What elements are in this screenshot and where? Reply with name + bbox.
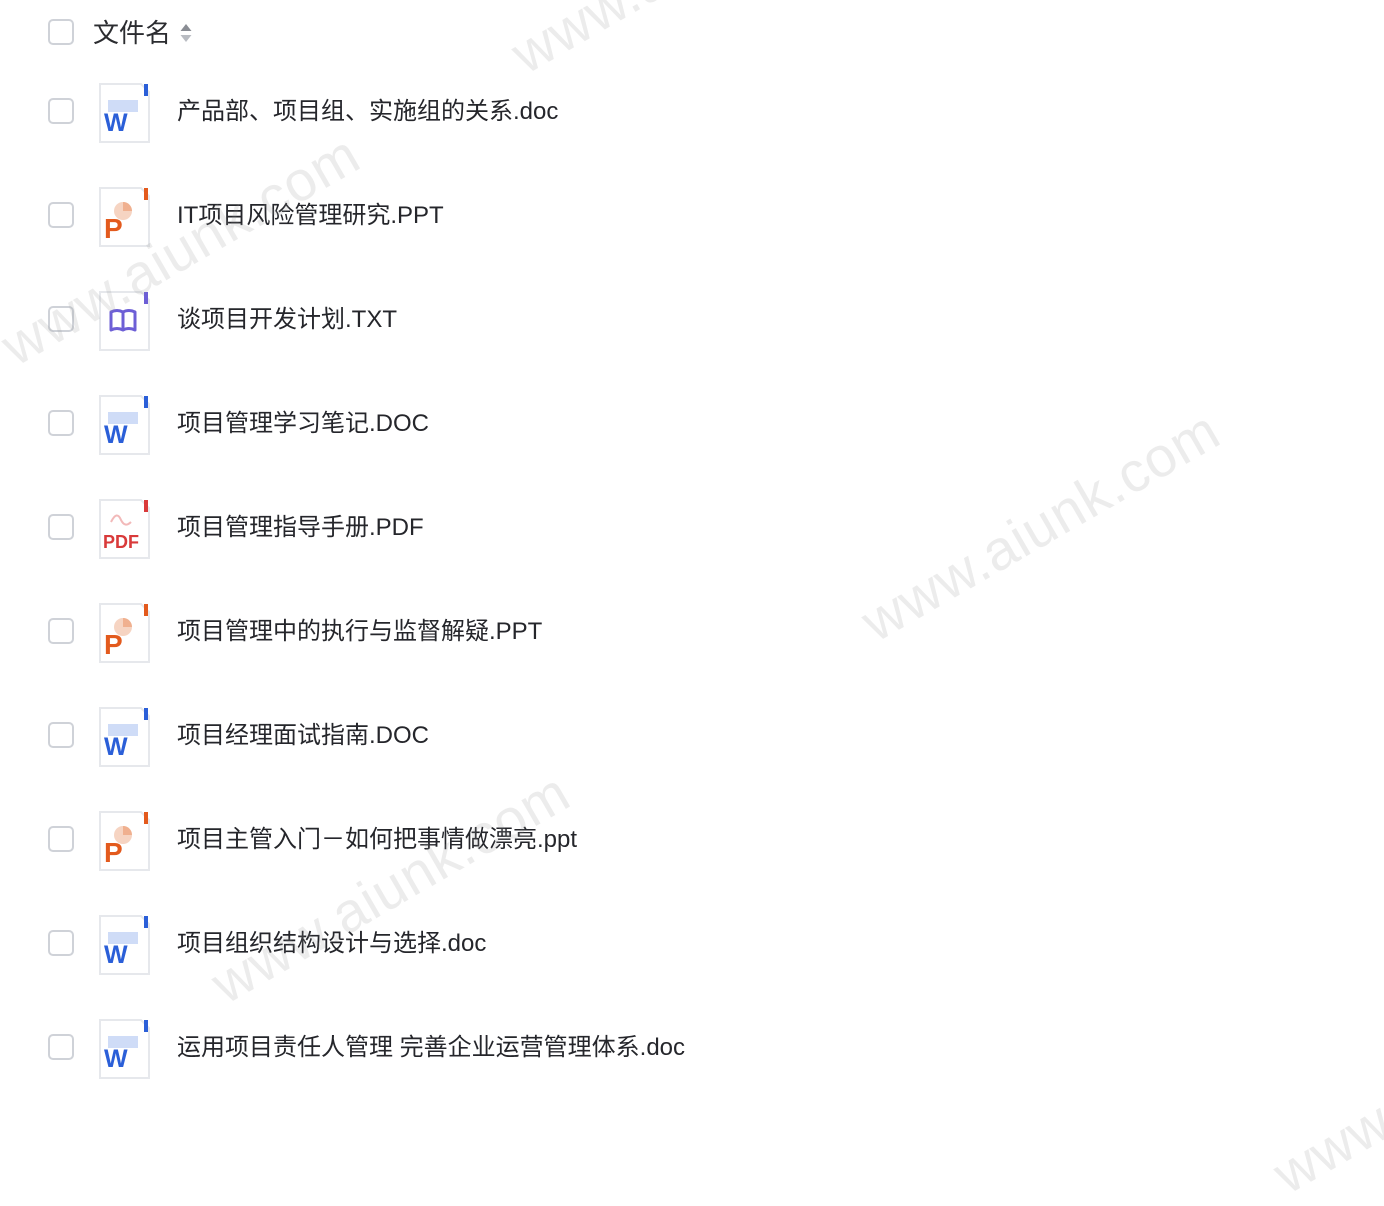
book-file-icon [97,290,151,352]
file-row[interactable]: 谈项目开发计划.TXT [0,268,1384,372]
svg-text:P: P [104,629,123,660]
file-list-header: 文件名 [0,0,1384,64]
file-checkbox[interactable] [48,514,74,540]
file-row[interactable]: PDF 项目管理指导手册.PDF [0,476,1384,580]
svg-text:W: W [104,941,128,969]
svg-text:P: P [104,213,123,244]
file-checkbox[interactable] [48,202,74,228]
svg-text:P: P [104,837,123,868]
word-file-icon: W [97,1018,151,1080]
file-name[interactable]: 谈项目开发计划.TXT [177,302,397,338]
file-row[interactable]: W 产品部、项目组、实施组的关系.doc [0,60,1384,164]
svg-text:W: W [104,109,128,137]
file-checkbox[interactable] [48,930,74,956]
file-checkbox[interactable] [48,722,74,748]
file-name[interactable]: 项目组织结构设计与选择.doc [177,926,486,962]
file-checkbox[interactable] [48,306,74,332]
word-file-icon: W [97,706,151,768]
file-checkbox[interactable] [48,410,74,436]
word-file-icon: W [97,394,151,456]
file-row[interactable]: W 项目经理面试指南.DOC [0,684,1384,788]
svg-text:W: W [104,733,128,761]
svg-text:PDF: PDF [103,532,139,552]
file-row[interactable]: W 项目管理学习笔记.DOC [0,372,1384,476]
word-file-icon: W [97,914,151,976]
ppt-file-icon: P [97,810,151,872]
file-checkbox[interactable] [48,826,74,852]
file-row[interactable]: W 运用项目责任人管理 完善企业运营管理体系.doc [0,996,1384,1100]
select-all-checkbox[interactable] [48,19,74,45]
file-row[interactable]: W 项目组织结构设计与选择.doc [0,892,1384,996]
file-checkbox[interactable] [48,98,74,124]
file-name[interactable]: 项目管理指导手册.PDF [177,510,424,546]
word-file-icon: W [97,82,151,144]
file-row[interactable]: P 项目管理中的执行与监督解疑.PPT [0,580,1384,684]
sort-icon[interactable] [179,21,193,45]
file-name[interactable]: 项目管理学习笔记.DOC [177,406,429,442]
file-name[interactable]: IT项目风险管理研究.PPT [177,198,444,234]
svg-text:W: W [104,1045,128,1073]
file-checkbox[interactable] [48,1034,74,1060]
svg-text:W: W [104,421,128,449]
file-list: W 产品部、项目组、实施组的关系.doc P IT项目风险管理研究.PPT 谈项… [0,60,1384,1100]
file-name[interactable]: 运用项目责任人管理 完善企业运营管理体系.doc [177,1030,685,1066]
pdf-file-icon: PDF [97,498,151,560]
column-header-filename[interactable]: 文件名 [93,16,171,50]
ppt-file-icon: P [97,602,151,664]
file-row[interactable]: P 项目主管入门－如何把事情做漂亮.ppt [0,788,1384,892]
file-name[interactable]: 项目管理中的执行与监督解疑.PPT [177,614,542,650]
file-name[interactable]: 项目主管入门－如何把事情做漂亮.ppt [177,822,577,858]
file-row[interactable]: P IT项目风险管理研究.PPT [0,164,1384,268]
ppt-file-icon: P [97,186,151,248]
file-name[interactable]: 产品部、项目组、实施组的关系.doc [177,94,558,130]
file-name[interactable]: 项目经理面试指南.DOC [177,718,429,754]
file-checkbox[interactable] [48,618,74,644]
